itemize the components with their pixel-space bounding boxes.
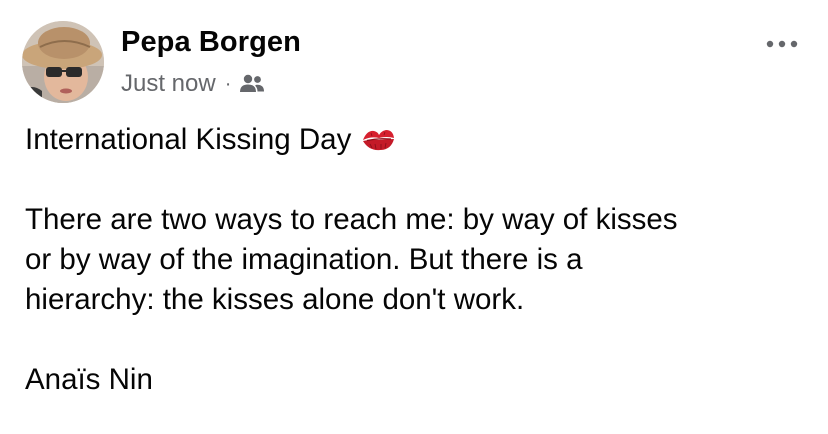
avatar-photo — [22, 21, 104, 103]
more-options-icon — [766, 40, 798, 48]
quote-line: hierarchy: the kisses alone don't work. — [25, 283, 525, 316]
more-options-button[interactable] — [762, 30, 802, 58]
post-meta: Just now · — [121, 70, 265, 98]
post-title-text: International Kissing Day — [25, 123, 352, 156]
post-body: International Kissing Day There are two … — [25, 120, 815, 400]
kiss-mark-icon — [361, 124, 395, 164]
post-card: Pepa Borgen Just now · International Kis… — [0, 0, 828, 434]
friends-icon[interactable] — [239, 73, 265, 95]
quote-line: There are two ways to reach me: by way o… — [25, 203, 678, 236]
post-timestamp[interactable]: Just now — [121, 70, 216, 98]
post-title-line: International Kissing Day — [25, 120, 815, 160]
avatar[interactable] — [22, 21, 104, 103]
quote-line: or by way of the imagination. But there … — [25, 243, 583, 276]
author-name[interactable]: Pepa Borgen — [121, 26, 301, 59]
meta-separator: · — [224, 72, 232, 95]
quote-attribution: Anaïs Nin — [25, 363, 153, 396]
